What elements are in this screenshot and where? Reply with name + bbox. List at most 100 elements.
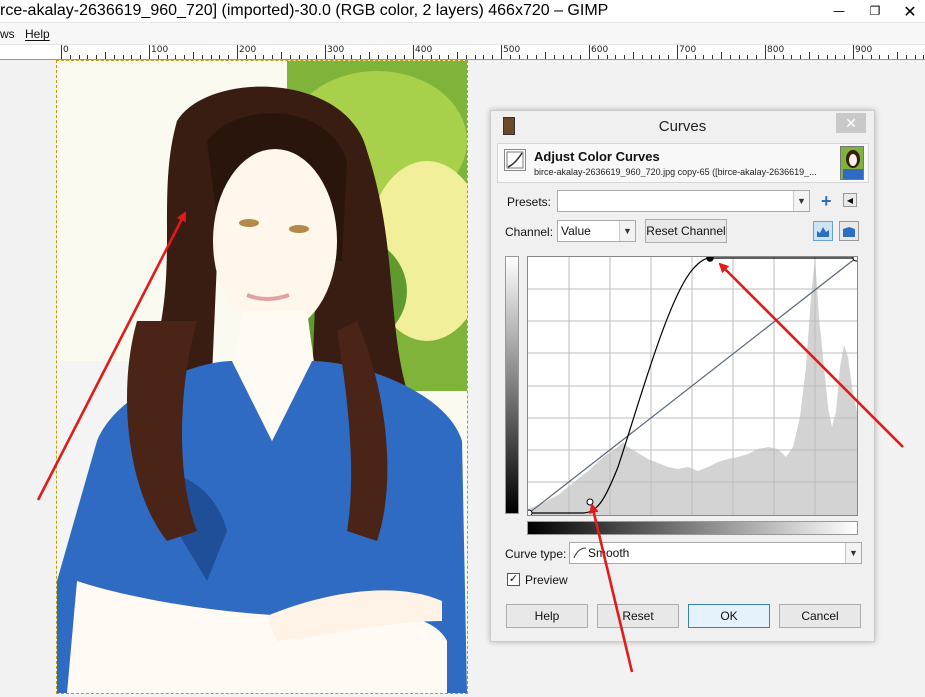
ruler-minor-tick <box>509 55 511 59</box>
ruler-minor-tick <box>694 55 696 59</box>
ruler-label: 400 <box>415 45 433 55</box>
ruler-minor-tick <box>457 52 458 59</box>
linear-histogram-icon[interactable] <box>813 221 833 241</box>
dialog-header-title: Adjust Color Curves <box>534 149 660 164</box>
ruler-minor-tick <box>448 55 450 59</box>
dialog-titlebar[interactable]: Curves ✕ <box>491 111 874 142</box>
ruler-major-tick <box>765 45 766 59</box>
ruler-minor-tick <box>69 55 71 59</box>
ok-button[interactable]: OK <box>688 604 770 628</box>
preview-label: Preview <box>525 573 568 587</box>
curve-type-combo[interactable]: Smooth ▼ <box>569 542 862 564</box>
reset-channel-button[interactable]: Reset Channel <box>645 219 727 243</box>
curves-graph[interactable] <box>525 254 860 517</box>
channel-label: Channel: <box>505 225 554 239</box>
menubar: ws Help <box>0 23 925 45</box>
ruler-minor-tick <box>87 55 89 59</box>
ruler-minor-tick <box>668 55 670 59</box>
ruler-minor-tick <box>844 55 846 59</box>
plus-icon[interactable]: + <box>821 192 832 210</box>
channel-combo[interactable]: Value ▼ <box>557 220 636 242</box>
close-icon: ✕ <box>903 1 917 21</box>
horizontal-ruler[interactable]: 0 100 200 300 400 500 600 700 800 900 <box>0 45 925 60</box>
minimize-button[interactable]: — <box>825 0 853 22</box>
ruler-minor-tick <box>351 55 353 59</box>
ruler-minor-tick <box>914 55 916 59</box>
ruler-label: 800 <box>767 45 785 55</box>
dialog-title: Curves <box>658 118 707 135</box>
ruler-minor-tick <box>659 55 661 59</box>
curve-point <box>852 254 860 262</box>
ruler-minor-tick <box>545 52 546 59</box>
ruler-minor-tick <box>210 55 212 59</box>
ruler-minor-tick <box>105 52 106 59</box>
curves-graph-svg[interactable] <box>525 254 860 517</box>
ruler-major-tick <box>237 45 238 59</box>
help-button[interactable]: Help <box>506 604 588 628</box>
window-title: rce-akalay-2636619_960_720] (imported)-3… <box>0 2 609 19</box>
ruler-minor-tick <box>597 55 599 59</box>
chevron-down-icon: ▼ <box>619 221 635 241</box>
ruler-minor-tick <box>289 55 291 59</box>
ruler-minor-tick <box>580 55 582 59</box>
ruler-minor-tick <box>897 52 898 59</box>
dialog-close-button[interactable]: ✕ <box>836 113 866 133</box>
reset-button[interactable]: Reset <box>597 604 679 628</box>
ruler-minor-tick <box>140 55 142 59</box>
menu-windows[interactable]: ws <box>0 27 15 41</box>
ruler-minor-tick <box>404 55 406 59</box>
ruler-minor-tick <box>96 55 98 59</box>
ruler-minor-tick <box>360 55 362 59</box>
ruler-minor-tick <box>157 55 159 59</box>
ruler-minor-tick <box>703 55 705 59</box>
ruler-label: 100 <box>151 45 169 55</box>
curve-point <box>586 498 594 506</box>
curve-type-value: Smooth <box>588 546 630 560</box>
close-button[interactable]: ✕ <box>895 0 925 22</box>
curve-point-selected <box>706 254 714 262</box>
ruler-minor-tick <box>650 55 652 59</box>
ruler-major-tick <box>413 45 414 59</box>
preview-checkbox[interactable]: ✓ <box>507 573 520 586</box>
ruler-minor-tick <box>201 55 203 59</box>
ruler-minor-tick <box>553 55 555 59</box>
ruler-minor-tick <box>184 55 186 59</box>
ruler-minor-tick <box>721 52 722 59</box>
ruler-minor-tick <box>747 55 749 59</box>
ruler-major-tick <box>325 45 326 59</box>
ruler-minor-tick <box>712 55 714 59</box>
ruler-minor-tick <box>483 55 485 59</box>
maximize-button[interactable]: ❐ <box>861 0 889 22</box>
cancel-button[interactable]: Cancel <box>779 604 861 628</box>
ruler-minor-tick <box>175 55 177 59</box>
ruler-minor-tick <box>122 55 124 59</box>
triangle-left-icon[interactable]: ◀ <box>843 193 857 207</box>
ruler-minor-tick <box>492 55 494 59</box>
ruler-minor-tick <box>879 55 881 59</box>
menu-help[interactable]: Help <box>25 27 50 41</box>
chevron-down-icon: ▼ <box>793 191 809 211</box>
ruler-minor-tick <box>272 55 274 59</box>
ruler-minor-tick <box>782 55 784 59</box>
ruler-label: 200 <box>239 45 257 55</box>
ruler-minor-tick <box>756 55 758 59</box>
ruler-minor-tick <box>131 55 133 59</box>
ruler-minor-tick <box>263 55 265 59</box>
ruler-label: 500 <box>503 45 521 55</box>
logarithmic-histogram-icon[interactable] <box>839 221 859 241</box>
ruler-minor-tick <box>316 55 318 59</box>
ruler-major-tick <box>501 45 502 59</box>
curves-tool-icon <box>504 149 526 171</box>
ruler-minor-tick <box>395 55 397 59</box>
ruler-minor-tick <box>386 55 388 59</box>
ruler-label: 0 <box>63 45 69 55</box>
ruler-minor-tick <box>298 55 300 59</box>
ruler-minor-tick <box>905 55 907 59</box>
ruler-minor-tick <box>193 52 194 59</box>
presets-combo[interactable]: ▼ <box>557 190 810 212</box>
ruler-minor-tick <box>615 55 617 59</box>
image-canvas[interactable] <box>56 60 468 694</box>
ruler-minor-tick <box>624 55 626 59</box>
ruler-minor-tick <box>641 55 643 59</box>
ruler-major-tick <box>589 45 590 59</box>
